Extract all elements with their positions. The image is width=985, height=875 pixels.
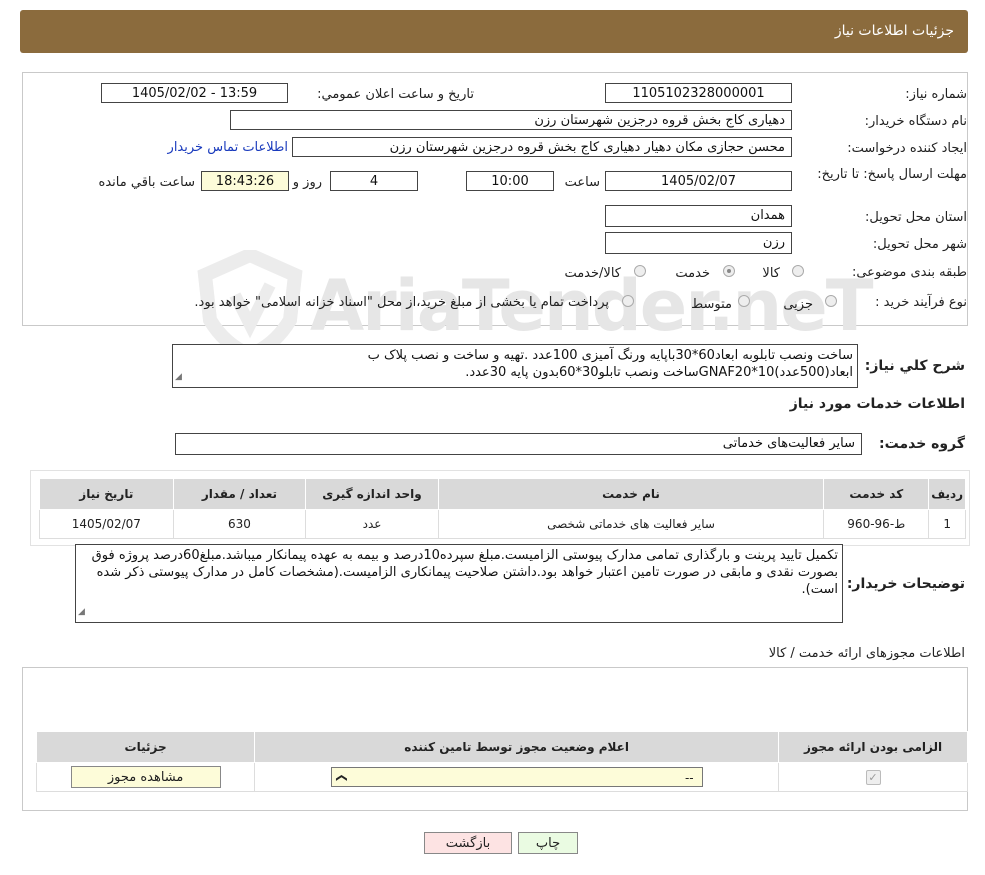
col-qty: تعداد / مقدار	[172, 478, 307, 510]
col-unit: واحد اندازه گیری	[305, 478, 439, 510]
deadline-date-field: 1405/02/07	[605, 171, 792, 191]
resize-handle-icon[interactable]: ◢	[175, 369, 182, 386]
cell-date: 1405/02/07	[39, 509, 174, 539]
buyer-org-field: دهیاری کاج بخش قروه درجزین شهرستان رزن	[230, 110, 792, 130]
service-group-label: گروه خدمت:	[879, 436, 965, 452]
category-service-label: خدمت	[675, 266, 710, 281]
province-label: استان محل تحویل:	[865, 210, 967, 225]
cell-permit-status: -- ❯	[254, 762, 780, 792]
summary-text: ساخت ونصب تابلوبه ابعاد60*30باپایه ورنگ …	[367, 348, 853, 380]
process-treasury-note: پرداخت تمام یا بخشی از مبلغ خرید،از محل …	[194, 295, 609, 310]
col-permit-details: جزئیات	[35, 731, 256, 763]
remaining-time-label: ساعت باقي مانده	[98, 175, 195, 190]
deadline-time-label: ساعت	[564, 175, 600, 190]
process-medium-radio[interactable]	[738, 295, 750, 307]
cell-unit: عدد	[305, 509, 439, 539]
page-title: جزئیات اطلاعات نیاز	[834, 23, 954, 39]
city-field: رزن	[605, 232, 792, 254]
process-minor-label: جزیی	[783, 297, 813, 312]
creator-field: محسن حجازی مکان دهیار دهیاری کاج بخش قرو…	[292, 137, 792, 157]
process-treasury-radio[interactable]	[622, 295, 634, 307]
permit-status-value: --	[684, 771, 694, 785]
permit-status-select[interactable]: -- ❯	[330, 767, 703, 787]
category-goods-service-label: کالا/خدمت	[564, 266, 621, 281]
col-date: تاریخ نیاز	[39, 478, 174, 510]
buyer-notes-label: توضیحات خریدار:	[846, 576, 965, 592]
table-row: 1 ط-96-960 سایر فعالیت های خدماتی شخصی ع…	[39, 509, 966, 539]
announce-field: 1405/02/02 - 13:59	[101, 83, 288, 103]
print-button[interactable]: چاپ	[518, 832, 578, 854]
permits-section-title: اطلاعات مجوزهای ارائه خدمت / کالا	[768, 646, 965, 661]
cell-permit-details: مشاهده مجوز	[35, 762, 256, 792]
process-type-label: نوع فرآیند خرید :	[875, 295, 967, 310]
announce-label: تاريخ و ساعت اعلان عمومي:	[317, 87, 474, 102]
table-row: ✓ -- ❯ مشاهده مجوز	[35, 762, 968, 792]
category-goods-label: کالا	[762, 266, 780, 281]
cell-permit-required: ✓	[778, 762, 968, 792]
process-minor-radio[interactable]	[825, 295, 837, 307]
col-row: ردیف	[928, 478, 966, 510]
col-name: نام خدمت	[437, 478, 825, 510]
view-permit-button[interactable]: مشاهده مجوز	[70, 766, 221, 788]
required-checkbox[interactable]: ✓	[865, 769, 881, 785]
deadline-time-field: 10:00	[466, 171, 554, 191]
city-label: شهر محل تحویل:	[872, 237, 967, 252]
buyer-notes-text: تکمیل تایید پرینت و بارگذاری تمامی مدارک…	[91, 548, 838, 597]
category-label: طبقه بندی موضوعی:	[851, 265, 967, 280]
remaining-time-field: 18:43:26	[201, 171, 289, 191]
col-permit-status: اعلام وضعیت مجوز توسط تامین کننده	[254, 731, 780, 763]
services-table-header: ردیف کد خدمت نام خدمت واحد اندازه گیری ت…	[39, 478, 966, 510]
need-number-label: شماره نیاز:	[905, 87, 967, 102]
cell-code: ط-96-960	[823, 509, 930, 539]
permits-table-header: الزامی بودن ارائه مجوز اعلام وضعیت مجوز …	[35, 731, 968, 763]
col-code: کد خدمت	[823, 478, 930, 510]
deadline-label: مهلت ارسال پاسخ: تا تاریخ:	[817, 167, 967, 182]
summary-textarea[interactable]: ساخت ونصب تابلوبه ابعاد60*30باپایه ورنگ …	[172, 344, 858, 388]
summary-label: شرح کلي نياز:	[864, 358, 965, 374]
cell-row: 1	[928, 509, 966, 539]
days-remaining-field: 4	[330, 171, 418, 191]
cell-name: سایر فعالیت های خدماتی شخصی	[437, 509, 825, 539]
category-goods-radio[interactable]	[792, 265, 804, 277]
services-section-title: اطلاعات خدمات مورد نياز	[789, 396, 965, 412]
creator-label: ایجاد کننده درخواست:	[847, 141, 967, 156]
buyer-org-label: نام دستگاه خریدار:	[864, 114, 967, 129]
resize-handle-icon[interactable]: ◢	[78, 604, 85, 621]
process-medium-label: متوسط	[691, 297, 732, 312]
back-button[interactable]: بازگشت	[424, 832, 512, 854]
cell-qty: 630	[172, 509, 307, 539]
permits-table: الزامی بودن ارائه مجوز اعلام وضعیت مجوز …	[35, 731, 968, 792]
service-group-field: سایر فعالیت‌های خدماتی	[175, 433, 862, 455]
need-number-field: 1105102328000001	[605, 83, 792, 103]
page-header: جزئیات اطلاعات نیاز	[20, 10, 968, 53]
col-permit-required: الزامی بودن ارائه مجوز	[778, 731, 968, 763]
buyer-notes-textarea[interactable]: تکمیل تایید پرینت و بارگذاری تمامی مدارک…	[75, 544, 843, 623]
days-label: روز و	[292, 175, 322, 190]
chevron-down-icon: ❯	[335, 773, 349, 783]
services-table: ردیف کد خدمت نام خدمت واحد اندازه گیری ت…	[39, 478, 966, 539]
category-service-radio[interactable]	[723, 265, 735, 277]
category-goods-service-radio[interactable]	[634, 265, 646, 277]
buyer-contact-link[interactable]: اطلاعات تماس خریدار	[168, 140, 288, 155]
province-field: همدان	[605, 205, 792, 227]
